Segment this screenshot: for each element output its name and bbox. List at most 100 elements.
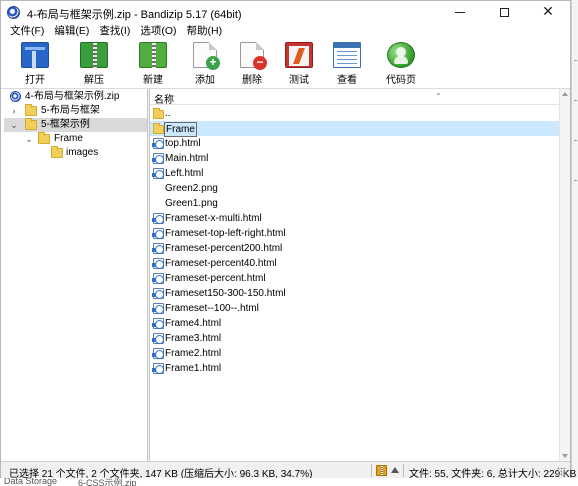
extract-button[interactable]: 解压 — [78, 42, 110, 86]
list-item[interactable]: Green2.png — [150, 181, 559, 196]
collapse-chevron-icon[interactable]: ⌄ — [9, 118, 19, 132]
archive-status-icon[interactable] — [376, 465, 387, 476]
tree-item-images[interactable]: images — [4, 146, 147, 160]
file-name: Frameset150-300-150.html — [165, 288, 286, 299]
vertical-scrollbar[interactable] — [559, 89, 570, 461]
html-file-icon — [152, 228, 164, 239]
close-icon: ✕ — [542, 4, 554, 20]
list-item[interactable]: Frame — [150, 121, 559, 137]
folder-icon — [25, 104, 37, 116]
close-button[interactable]: ✕ — [526, 1, 570, 23]
tree-item-layout-folder[interactable]: › 5-布局与框架 — [4, 104, 147, 118]
status-separator — [403, 464, 404, 477]
collapse-chevron-icon[interactable]: ⌄ — [24, 132, 34, 146]
folder-tree[interactable]: 4-布局与框架示例.zip › 5-布局与框架 ⌄ 5-框架示例 ⌄ Frame… — [4, 89, 147, 461]
file-name: Frame3.html — [165, 333, 222, 344]
peek-label-left: Data Storage — [4, 478, 58, 486]
scroll-down-icon[interactable] — [562, 454, 568, 458]
delete-label: 删除 — [242, 75, 262, 86]
list-item[interactable]: Frame3.html — [150, 331, 559, 346]
file-name: Left.html — [165, 168, 204, 179]
view-label: 查看 — [337, 75, 357, 86]
extract-label: 解压 — [84, 75, 104, 86]
file-name: Frame — [164, 122, 197, 137]
tree-item-label: Frame — [54, 133, 83, 144]
file-name: top.html — [165, 138, 201, 149]
list-item[interactable]: Frameset-x-multi.html — [150, 211, 559, 226]
codepage-button[interactable]: 代码页 — [382, 42, 420, 86]
open-button[interactable]: 打开 — [19, 42, 51, 86]
minimize-icon — [455, 11, 465, 13]
html-file-icon — [152, 288, 164, 299]
file-name: Frame1.html — [165, 363, 222, 374]
add-button[interactable]: + 添加 — [190, 42, 220, 86]
file-name: Frameset-x-multi.html — [165, 213, 262, 224]
list-item[interactable]: Frameset-percent.html — [150, 271, 559, 286]
list-item[interactable]: Left.html — [150, 166, 559, 181]
menu-find[interactable]: 查找(I) — [99, 23, 130, 39]
view-icon — [333, 42, 361, 68]
tree-item-archive[interactable]: 4-布局与框架示例.zip — [4, 90, 147, 104]
list-item[interactable]: Frameset-percent40.html — [150, 256, 559, 271]
background-window-peek: Data Storage 6-CSS示例.zip — [0, 478, 578, 486]
test-button[interactable]: 测试 — [284, 42, 314, 86]
up-level-icon[interactable] — [391, 467, 399, 473]
open-label: 打开 — [25, 75, 45, 86]
html-file-icon — [152, 303, 164, 314]
menu-edit[interactable]: 编辑(E) — [54, 23, 89, 39]
maximize-button[interactable] — [482, 1, 526, 23]
file-name: Frame4.html — [165, 318, 222, 329]
window-title: 4-布局与框架示例.zip - Bandizip 5.17 (64bit) — [27, 9, 242, 21]
archive-icon — [10, 91, 21, 102]
tree-item-frame[interactable]: ⌄ Frame — [4, 132, 147, 146]
scroll-up-icon[interactable] — [562, 92, 568, 96]
list-item[interactable]: Frameset-top-left-right.html — [150, 226, 559, 241]
title-bar[interactable]: 4-布局与框架示例.zip - Bandizip 5.17 (64bit) ✕ — [1, 1, 570, 23]
menu-options[interactable]: 选项(O) — [140, 23, 176, 39]
open-icon — [21, 42, 49, 69]
list-item[interactable]: Frameset150-300-150.html — [150, 286, 559, 301]
folder-icon — [51, 146, 63, 158]
list-item[interactable]: Frame4.html — [150, 316, 559, 331]
html-file-icon — [152, 273, 164, 284]
folder-icon — [25, 118, 37, 130]
view-button[interactable]: 查看 — [332, 42, 362, 86]
file-name: .. — [165, 108, 171, 119]
file-list[interactable]: 名称 ⌄ .. Frame top.html Main.html Left.ht… — [150, 88, 559, 461]
list-item[interactable]: Green1.png — [150, 196, 559, 211]
list-item[interactable]: Frameset--100--.html — [150, 301, 559, 316]
list-item[interactable]: .. — [150, 106, 559, 121]
list-item[interactable]: Frame2.html — [150, 346, 559, 361]
html-file-icon — [152, 258, 164, 269]
file-name: Main.html — [165, 153, 209, 164]
list-item[interactable]: Frame1.html — [150, 361, 559, 376]
menu-help[interactable]: 帮助(H) — [187, 23, 223, 39]
file-name: Frameset-percent40.html — [165, 258, 277, 269]
column-header-name[interactable]: 名称 ⌄ — [150, 88, 559, 106]
add-label: 添加 — [195, 75, 215, 86]
expand-chevron-icon[interactable]: › — [9, 104, 19, 118]
list-item[interactable]: top.html — [150, 136, 559, 151]
list-item[interactable]: Frameset-percent200.html — [150, 241, 559, 256]
new-archive-button[interactable]: 新建 — [137, 42, 169, 86]
status-separator — [371, 464, 372, 477]
menu-file[interactable]: 文件(F) — [10, 23, 44, 39]
tree-item-label: 5-框架示例 — [41, 119, 90, 130]
file-name: Frameset-percent200.html — [165, 243, 283, 254]
tree-item-frame-examples[interactable]: ⌄ 5-框架示例 — [4, 118, 147, 132]
resize-grip-icon[interactable] — [557, 467, 566, 476]
maximize-icon — [499, 7, 509, 17]
adjacent-window-edge — [571, 0, 578, 486]
tree-item-label: 4-布局与框架示例.zip — [25, 91, 120, 102]
minimize-button[interactable] — [438, 1, 482, 23]
test-icon — [285, 42, 313, 68]
file-name: Green1.png — [165, 198, 218, 209]
new-archive-label: 新建 — [143, 75, 163, 86]
codepage-label: 代码页 — [386, 75, 416, 86]
file-name: Frameset-top-left-right.html — [165, 228, 286, 239]
add-file-icon: + — [193, 42, 220, 70]
bandizip-app-icon — [7, 6, 20, 19]
delete-button[interactable]: − 删除 — [237, 42, 267, 86]
column-header-label: 名称 — [154, 95, 174, 106]
list-item[interactable]: Main.html — [150, 151, 559, 166]
